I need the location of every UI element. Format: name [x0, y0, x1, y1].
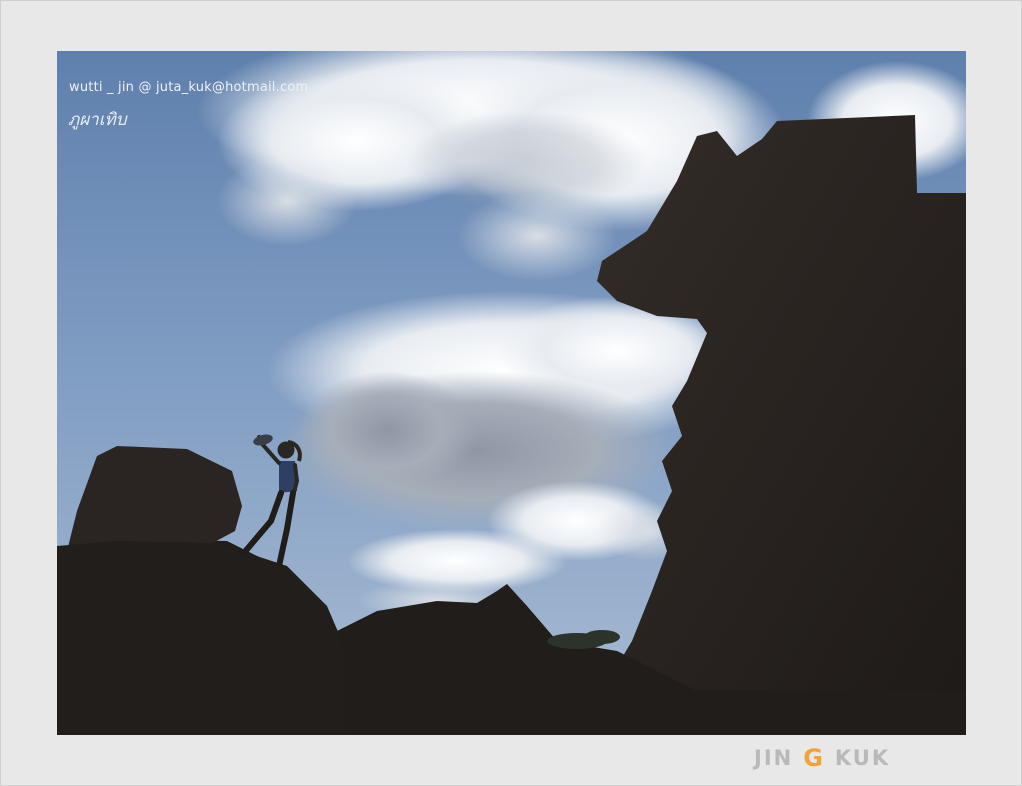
- signature-logo: JIN G KUK: [754, 744, 890, 772]
- signature-part1: JIN: [754, 746, 794, 770]
- signature-part2: KUK: [834, 746, 891, 770]
- watermark-credit: wutti _ jin @ juta_kuk@hotmail.com: [69, 80, 309, 95]
- photograph: wutti _ jin @ juta_kuk@hotmail.com ภูผาเ…: [57, 51, 966, 735]
- landscape-scene: [57, 51, 966, 735]
- watermark-place-name: ภูผาเทิบ: [68, 110, 127, 130]
- signature-mark: G: [803, 744, 825, 772]
